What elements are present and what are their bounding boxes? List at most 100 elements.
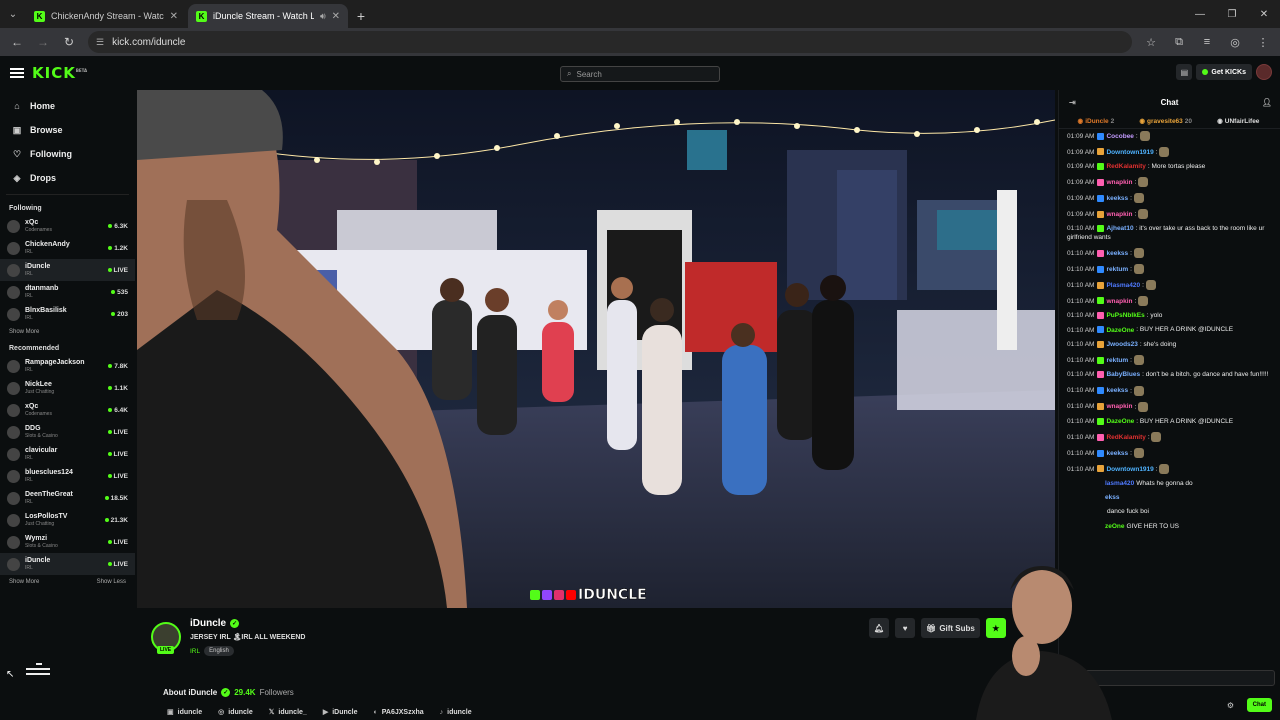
sidebar-channel[interactable]: clavicular IRL LIVE	[0, 443, 135, 465]
url-field[interactable]: ☰ kick.com/iduncle	[88, 31, 1132, 53]
kick-favicon-icon: K	[34, 10, 45, 22]
social-link-youtube[interactable]: ▶ iDuncle	[323, 708, 358, 717]
sidebar-nav-home[interactable]: ⌂ Home	[0, 94, 135, 118]
top-gifter[interactable]: ◉ gravesite63 20	[1139, 117, 1192, 126]
sidebar-channel[interactable]: ChickenAndy IRL 1.2K	[0, 237, 135, 259]
chat-username[interactable]: Plasma420	[1106, 282, 1140, 289]
video-player[interactable]: IDUNCLE	[137, 90, 1055, 608]
chat-username[interactable]: ekss	[1105, 494, 1119, 501]
speaker-icon[interactable]: 🔊︎	[320, 11, 326, 22]
chat-username[interactable]: RedKalamity	[1106, 163, 1145, 170]
sidebar-channel[interactable]: iDuncle IRL LIVE	[0, 553, 135, 575]
show-less-recommended[interactable]: Show Less	[97, 579, 126, 585]
collapse-chat-icon[interactable]: ⇥	[1069, 98, 1076, 107]
chat-username[interactable]: wnapkin	[1106, 179, 1132, 186]
emote-icon	[1138, 295, 1149, 306]
chat-username[interactable]: PuPsNbIkEs	[1106, 312, 1144, 319]
browser-tab-iduncle[interactable]: K iDuncle Stream - Watch Live 🔊︎ ✕	[188, 4, 348, 28]
sidebar-nav-following[interactable]: ♡ Following	[0, 142, 135, 166]
instagram-icon	[554, 590, 564, 600]
bookmark-star-icon[interactable]: ☆	[1140, 31, 1162, 53]
live-dot-icon	[104, 518, 109, 522]
get-kicks-button[interactable]: Get KICKs	[1196, 64, 1252, 80]
sidebar-channel[interactable]: iDuncle IRL LIVE	[0, 259, 135, 281]
back-icon[interactable]: ←	[6, 31, 28, 53]
chat-username[interactable]: Jwoods23	[1106, 341, 1137, 348]
browser-tab-chickenandy[interactable]: K ChickenAndy Stream - Watch Li ✕	[26, 4, 186, 28]
new-tab-button[interactable]: +	[350, 4, 372, 28]
sidebar-channel[interactable]: DeenTheGreat IRL 18.5K	[0, 487, 135, 509]
language-tag[interactable]: English	[204, 646, 234, 656]
chat-message: 01:10 AM rektum:	[1067, 355, 1272, 366]
forward-icon[interactable]: →	[32, 31, 54, 53]
sidebar-channel[interactable]: RampageJackson IRL 7.8K	[0, 355, 135, 377]
sidebar-channel[interactable]: BlnxBasilisk IRL 203	[0, 303, 135, 325]
kick-logo[interactable]: KICKBETA	[32, 64, 87, 82]
show-more-following[interactable]: Show More	[9, 329, 39, 335]
channel-category: Slots & Casino	[25, 543, 58, 549]
sidebar-channel[interactable]: Wymzi Slots & Casino LIVE	[0, 531, 135, 553]
chat-username[interactable]: DazeOne	[1106, 327, 1134, 334]
sidebar-channel[interactable]: DDG Slots & Casino LIVE	[0, 421, 135, 443]
profile-icon[interactable]: ◎	[1224, 31, 1246, 53]
chat-username[interactable]: keekss	[1106, 387, 1128, 394]
chat-username[interactable]: wnapkin	[1106, 211, 1132, 218]
sidebar-nav-drops[interactable]: ◈ Drops	[0, 166, 135, 190]
chat-username[interactable]: keekss	[1106, 195, 1128, 202]
sidebar-channel[interactable]: LosPollosTV Just Chatting 21.3K	[0, 509, 135, 531]
chat-username[interactable]: rektum	[1106, 266, 1128, 273]
loading-icon	[26, 660, 52, 690]
chat-send-button[interactable]: Chat	[1246, 698, 1272, 712]
chat-username[interactable]: wnapkin	[1106, 403, 1132, 410]
extensions-icon[interactable]: ⧉	[1168, 31, 1190, 53]
chat-users-icon[interactable]: 👤︎	[1262, 98, 1272, 107]
chat-username[interactable]: zeOne	[1105, 523, 1125, 530]
chat-username[interactable]: RedKalamity	[1106, 434, 1145, 441]
chat-settings-icon[interactable]: ⚙	[1227, 701, 1234, 710]
social-link-x[interactable]: 𝕏iduncle_	[269, 708, 307, 717]
streamer-name[interactable]: iDuncle ✓	[190, 618, 240, 629]
layout-icon[interactable]: ▤	[1176, 64, 1193, 80]
close-tab-icon[interactable]: ✕	[332, 11, 340, 22]
menu-kebab-icon[interactable]: ⋮	[1252, 31, 1274, 53]
sidebar-channel[interactable]: NickLee Just Chatting 1.1K	[0, 377, 135, 399]
chat-username[interactable]: Cocobee	[1106, 133, 1133, 140]
close-window-icon[interactable]: ✕	[1248, 0, 1280, 28]
top-gifter[interactable]: ◉ iDuncle 2	[1078, 117, 1115, 126]
message-time: 01:10 AM	[1067, 249, 1095, 257]
top-gifter[interactable]: ◉ UNfairLifee	[1217, 117, 1261, 126]
chat-username[interactable]: Ajheat10	[1106, 225, 1133, 232]
social-link-instagram[interactable]: ◎ iduncle	[218, 708, 253, 717]
stream-category[interactable]: IRL	[190, 648, 200, 655]
minimize-icon[interactable]: —	[1184, 0, 1216, 28]
sidebar-channel[interactable]: dtanmanb IRL 535	[0, 281, 135, 303]
user-avatar[interactable]	[1256, 64, 1272, 80]
site-info-icon[interactable]: ☰	[96, 37, 104, 48]
reload-icon[interactable]: ↻	[58, 31, 80, 53]
social-link-tiktok[interactable]: ♪ iduncle	[440, 708, 472, 716]
sidebar-channel[interactable]: bluesclues124 IRL LIVE	[0, 465, 135, 487]
chat-username[interactable]: keekss	[1106, 450, 1128, 457]
chat-username[interactable]: lasma420	[1105, 480, 1134, 487]
sidebar-nav-browse[interactable]: ▣ Browse	[0, 118, 135, 142]
close-tab-icon[interactable]: ✕	[170, 11, 178, 22]
social-link-discord[interactable]: ◐ PA6JXSzxha	[374, 708, 424, 716]
search-input[interactable]: ⌕ Search	[560, 66, 720, 82]
follow-heart-button[interactable]: ♥	[895, 618, 916, 638]
social-link-kick[interactable]: ▣ iduncle	[167, 708, 202, 717]
chat-username[interactable]: rektum	[1106, 357, 1128, 364]
show-more-recommended[interactable]: Show More	[9, 579, 39, 585]
chat-username[interactable]: Downtown1919	[1106, 466, 1153, 473]
menu-burger-icon[interactable]	[10, 68, 24, 78]
sidebar-channel[interactable]: xQc Codenames 6.4K	[0, 399, 135, 421]
chat-username[interactable]: DazeOne	[1106, 418, 1134, 425]
chat-username[interactable]: BabyBlues	[1106, 371, 1140, 378]
chat-username[interactable]: keekss	[1106, 250, 1128, 257]
chat-username[interactable]: Downtown1919	[1106, 149, 1153, 156]
restore-icon[interactable]: ❐	[1216, 0, 1248, 28]
chat-username[interactable]: wnapkin	[1106, 298, 1132, 305]
sidebar-channel[interactable]: xQc Codenames 6.3K	[0, 215, 135, 237]
tab-search-icon[interactable]: ⌄	[0, 0, 26, 28]
media-icon[interactable]: ≡	[1196, 31, 1218, 53]
notification-bell-button[interactable]: 🔔︎	[869, 618, 890, 638]
